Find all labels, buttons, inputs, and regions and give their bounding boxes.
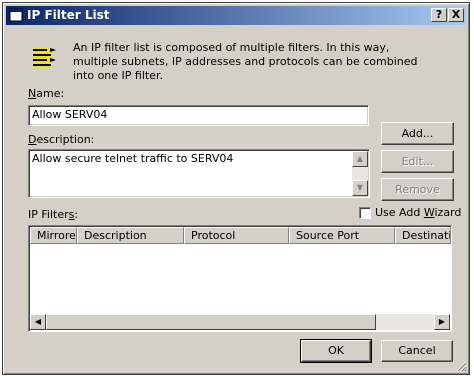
ip-filter-list-dialog: IP Filter List ? X An IP filter list is … xyxy=(2,2,470,375)
description-scrollbar[interactable]: ▲ ▼ xyxy=(352,151,368,196)
name-label: Name: xyxy=(28,87,65,100)
name-input[interactable]: Allow SERV04 xyxy=(28,105,369,126)
scroll-right-icon[interactable]: ▶ xyxy=(434,314,450,330)
help-button[interactable]: ? xyxy=(431,8,447,22)
cancel-button[interactable]: Cancel xyxy=(381,340,453,362)
ok-button[interactable]: OK xyxy=(300,339,372,363)
use-add-wizard-checkbox[interactable] xyxy=(359,207,371,219)
add-button[interactable]: Add... xyxy=(381,122,454,145)
resize-grip-icon[interactable] xyxy=(455,360,467,372)
description-label: Description: xyxy=(28,133,95,146)
close-button[interactable]: X xyxy=(448,8,464,22)
ip-filters-label: IP Filters: xyxy=(28,208,79,221)
use-add-wizard-label[interactable]: Use Add Wizard xyxy=(375,206,461,219)
title-bar[interactable]: IP Filter List ? X xyxy=(6,6,466,25)
edit-button[interactable]: Edit... xyxy=(381,150,454,173)
scroll-up-icon[interactable]: ▲ xyxy=(352,151,368,167)
column-header-mirrored[interactable]: Mirrored xyxy=(30,227,77,244)
ip-filters-list[interactable]: Mirrored Description Protocol Source Por… xyxy=(28,225,452,332)
scroll-down-icon[interactable]: ▼ xyxy=(352,180,368,196)
window-icon xyxy=(9,8,23,22)
scroll-left-icon[interactable]: ◀ xyxy=(30,314,46,330)
scrollbar-thumb[interactable] xyxy=(46,314,376,330)
description-textarea[interactable]: Allow secure telnet traffic to SERV04 xyxy=(28,149,370,198)
column-header-description[interactable]: Description xyxy=(77,227,184,244)
window-title: IP Filter List xyxy=(27,8,110,22)
list-horizontal-scrollbar[interactable]: ◀ ▶ xyxy=(30,314,450,330)
remove-button[interactable]: Remove xyxy=(381,178,454,201)
column-header-destination[interactable]: Destination xyxy=(395,227,451,244)
description-text: Allow secure telnet traffic to SERV04 xyxy=(32,152,234,165)
intro-text: An IP filter list is composed of multipl… xyxy=(73,41,418,82)
filter-list-icon xyxy=(33,48,56,68)
column-header-source-port[interactable]: Source Port xyxy=(289,227,395,244)
column-header-protocol[interactable]: Protocol xyxy=(184,227,289,244)
